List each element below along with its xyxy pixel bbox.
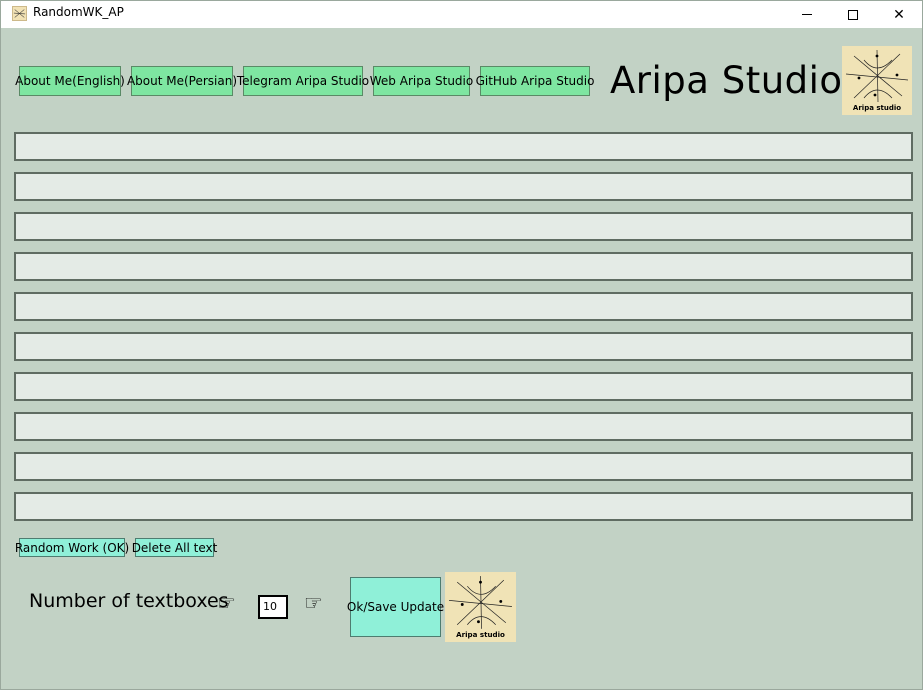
brand-title: Aripa Studio: [610, 59, 843, 102]
web-button[interactable]: Web Aripa Studio: [370, 66, 473, 96]
app-window: RandomWK_AP ✕ About Me(English) About Me…: [0, 0, 923, 690]
title-bar[interactable]: RandomWK_AP ✕: [1, 1, 922, 28]
textbox-count-input[interactable]: 10: [258, 595, 288, 619]
close-button[interactable]: ✕: [876, 1, 922, 28]
maximize-button[interactable]: [830, 1, 876, 28]
random-work-button[interactable]: Random Work (OK): [15, 538, 129, 557]
telegram-button[interactable]: Telegram Aripa Studio: [237, 66, 369, 96]
text-field-2[interactable]: [14, 172, 913, 201]
svg-text:Aripa studio: Aripa studio: [456, 630, 505, 639]
text-field-7[interactable]: [14, 372, 913, 401]
text-field-5[interactable]: [14, 292, 913, 321]
text-field-6[interactable]: [14, 332, 913, 361]
aripa-logo: Aripa studio: [842, 46, 912, 115]
ok-save-button[interactable]: Ok/Save Update: [347, 577, 444, 637]
text-field-4[interactable]: [14, 252, 913, 281]
pointing-hand-icon: ☞: [217, 591, 236, 615]
minimize-button[interactable]: [784, 1, 830, 28]
about-me-english-button[interactable]: About Me(English): [15, 66, 125, 96]
text-field-9[interactable]: [14, 452, 913, 481]
window-title: RandomWK_AP: [33, 5, 124, 19]
maximize-icon: [848, 9, 858, 20]
text-field-1[interactable]: [14, 132, 913, 161]
svg-text:Aripa studio: Aripa studio: [853, 104, 901, 112]
close-icon: ✕: [893, 6, 905, 23]
text-field-10[interactable]: [14, 492, 913, 521]
text-field-3[interactable]: [14, 212, 913, 241]
delete-all-button[interactable]: Delete All text: [132, 538, 217, 557]
app-logo-icon: [12, 6, 27, 21]
aripa-logo-small: Aripa studio: [445, 572, 516, 642]
text-field-8[interactable]: [14, 412, 913, 441]
minimize-icon: [802, 14, 812, 15]
textbox-count-label: Number of textboxes: [29, 590, 229, 612]
github-button[interactable]: GitHub Aripa Studio: [476, 66, 594, 96]
about-me-persian-button[interactable]: About Me(Persian): [127, 66, 237, 96]
pointing-hand-icon: ☞: [304, 591, 323, 615]
